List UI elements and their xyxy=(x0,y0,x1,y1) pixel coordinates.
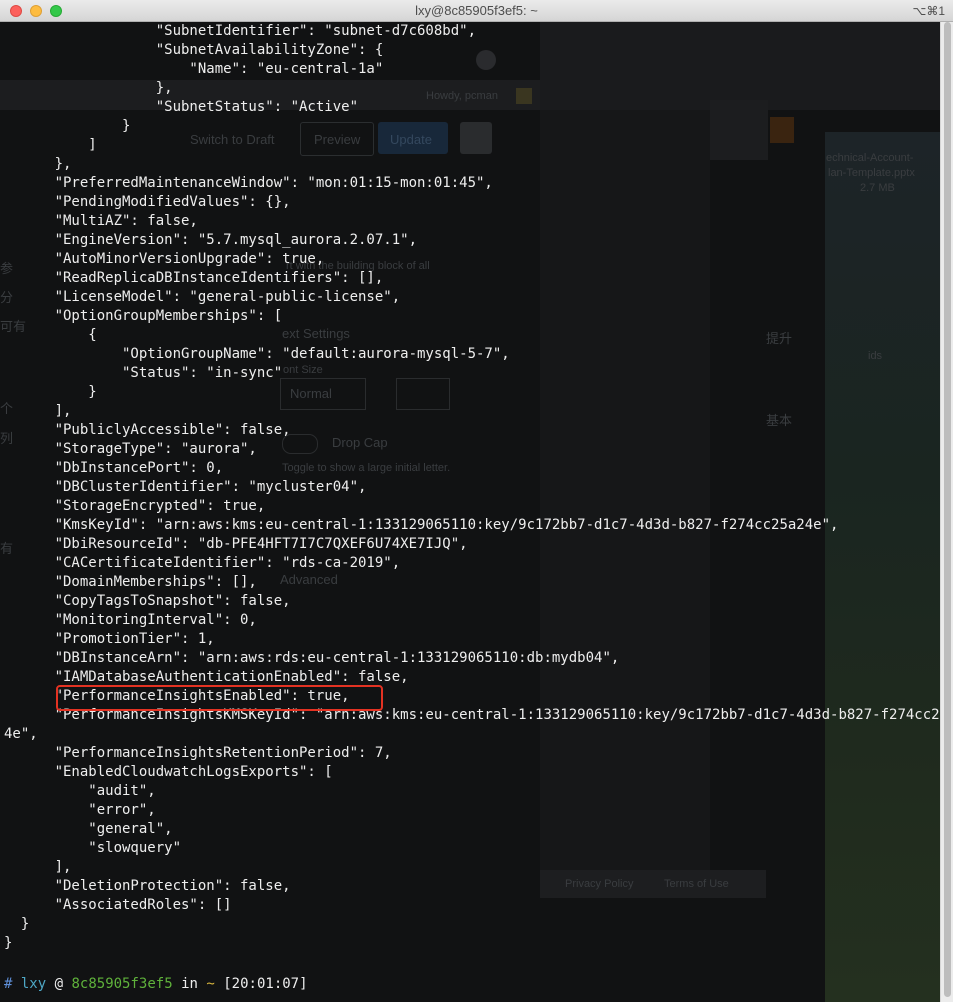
window-shortcut: ⌥⌘1 xyxy=(912,4,945,18)
terminal-line: "StorageEncrypted": true, xyxy=(4,498,266,514)
highlight-box xyxy=(56,685,383,711)
terminal-line: "DbiResourceId": "db-PFE4HFT7I7C7QXEF6U7… xyxy=(4,536,468,552)
terminal-line: "AutoMinorVersionUpgrade": true, xyxy=(4,251,325,267)
terminal-line: "SubnetIdentifier": "subnet-d7c608bd", xyxy=(4,23,477,39)
terminal-line: "StorageType": "aurora", xyxy=(4,441,257,457)
terminal-line: ] xyxy=(4,137,97,153)
terminal-line: "LicenseModel": "general-public-license"… xyxy=(4,289,401,305)
terminal-line: "EngineVersion": "5.7.mysql_aurora.2.07.… xyxy=(4,232,418,248)
terminal-line: "DbInstancePort": 0, xyxy=(4,460,224,476)
window-title: lxy@8c85905f3ef5: ~ xyxy=(415,3,538,18)
terminal-line: "OptionGroupName": "default:aurora-mysql… xyxy=(4,346,510,362)
prompt-at: @ xyxy=(54,976,64,992)
terminal-scrollbar[interactable] xyxy=(940,22,953,1002)
prompt-dir: ~ xyxy=(206,976,215,992)
terminal-line: "SubnetStatus": "Active" xyxy=(4,99,359,115)
terminal-line: }, xyxy=(4,80,173,96)
prompt-hash: # xyxy=(4,976,13,992)
terminal-line: "ReadReplicaDBInstanceIdentifiers": [], xyxy=(4,270,384,286)
terminal-line: ], xyxy=(4,859,72,875)
terminal-line: { xyxy=(4,327,97,343)
terminal-line: "MonitoringInterval": 0, xyxy=(4,612,257,628)
terminal-line: ], xyxy=(4,403,72,419)
terminal-line: "KmsKeyId": "arn:aws:kms:eu-central-1:13… xyxy=(4,517,839,533)
terminal-line: } xyxy=(4,118,131,134)
terminal-line: } xyxy=(4,935,13,951)
terminal-line: "CACertificateIdentifier": "rds-ca-2019"… xyxy=(4,555,401,571)
terminal-line: "PerformanceInsightsRetentionPeriod": 7, xyxy=(4,745,392,761)
terminal-line: "DBClusterIdentifier": "mycluster04", xyxy=(4,479,367,495)
terminal-line: "DBInstanceArn": "arn:aws:rds:eu-central… xyxy=(4,650,620,666)
terminal-line: "audit", xyxy=(4,783,156,799)
terminal-line: "OptionGroupMemberships": [ xyxy=(4,308,283,324)
terminal-line: "CopyTagsToSnapshot": false, xyxy=(4,593,291,609)
terminal-line: }, xyxy=(4,156,72,172)
terminal-line: "AssociatedRoles": [] xyxy=(4,897,232,913)
terminal-line: "Status": "in-sync" xyxy=(4,365,283,381)
terminal-line: "general", xyxy=(4,821,173,837)
terminal-view[interactable]: "SubnetIdentifier": "subnet-d7c608bd", "… xyxy=(0,22,953,1002)
terminal-line: "DeletionProtection": false, xyxy=(4,878,291,894)
terminal-line: "PreferredMaintenanceWindow": "mon:01:15… xyxy=(4,175,493,191)
terminal-line: "SubnetAvailabilityZone": { xyxy=(4,42,384,58)
terminal-line: } xyxy=(4,384,97,400)
terminal-line: "error", xyxy=(4,802,156,818)
terminal-line: "PromotionTier": 1, xyxy=(4,631,215,647)
prompt-host: 8c85905f3ef5 xyxy=(71,976,173,992)
terminal-output: "SubnetIdentifier": "subnet-d7c608bd", "… xyxy=(4,22,953,953)
terminal-line: "EnabledCloudwatchLogsExports": [ xyxy=(4,764,333,780)
shell-prompt[interactable]: # lxy @ 8c85905f3ef5 in ~ [20:01:07] xyxy=(4,975,308,994)
prompt-time: [20:01:07] xyxy=(223,976,308,992)
window-titlebar[interactable]: lxy@8c85905f3ef5: ~ ⌥⌘1 xyxy=(0,0,953,22)
terminal-line: "slowquery" xyxy=(4,840,182,856)
prompt-user: lxy xyxy=(20,976,47,992)
terminal-line: "IAMDatabaseAuthenticationEnabled": fals… xyxy=(4,669,409,685)
terminal-line: 4e", xyxy=(4,726,38,742)
prompt-in: in xyxy=(181,976,198,992)
scrollbar-thumb[interactable] xyxy=(944,22,951,997)
terminal-line: "PubliclyAccessible": false, xyxy=(4,422,291,438)
terminal-line: "PendingModifiedValues": {}, xyxy=(4,194,291,210)
terminal-line: } xyxy=(4,916,30,932)
terminal-line: "MultiAZ": false, xyxy=(4,213,198,229)
terminal-line: "DomainMemberships": [], xyxy=(4,574,257,590)
terminal-line: "Name": "eu-central-1a" xyxy=(4,61,384,77)
